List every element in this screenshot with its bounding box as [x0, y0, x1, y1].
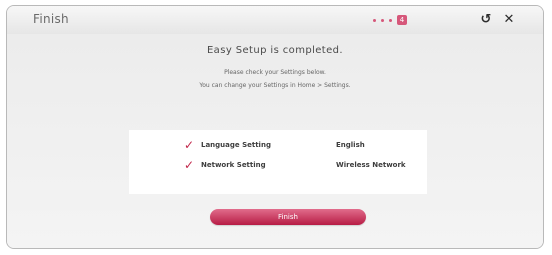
close-button[interactable]: ✕ [501, 12, 517, 28]
completion-heading: Easy Setup is completed. [206, 45, 344, 56]
close-icon: ✕ [503, 12, 515, 27]
language-setting-row: ✓ Language Setting English [129, 138, 427, 154]
step-dot-1 [373, 18, 376, 22]
back-button[interactable]: ↺ [478, 12, 494, 28]
network-setting-row: ✓ Network Setting Wireless Network [129, 158, 427, 174]
title-bar: Finish 4 ↺ ✕ [7, 6, 543, 35]
checkmark-icon: ✓ [184, 158, 195, 172]
step-indicator: 4 [373, 15, 407, 25]
finish-button[interactable]: Finish [210, 209, 366, 225]
language-setting-value: English [336, 141, 365, 149]
back-icon: ↺ [480, 12, 492, 27]
settings-summary: ✓ Language Setting English ✓ Network Set… [129, 130, 427, 194]
checkmark-icon: ✓ [184, 138, 195, 152]
setup-dialog: Finish 4 ↺ ✕ Easy Setup is completed. Pl… [6, 5, 544, 249]
current-step: 4 [397, 15, 407, 25]
network-setting-value: Wireless Network [336, 161, 406, 169]
check-settings-text: Please check your Settings below. [224, 69, 326, 76]
step-dot-3 [389, 18, 392, 22]
dialog-title: Finish [33, 12, 69, 26]
step-dot-2 [381, 18, 384, 22]
network-setting-label: Network Setting [201, 161, 266, 169]
language-setting-label: Language Setting [201, 141, 271, 149]
change-settings-text: You can change your Settings in Home > S… [199, 82, 351, 89]
